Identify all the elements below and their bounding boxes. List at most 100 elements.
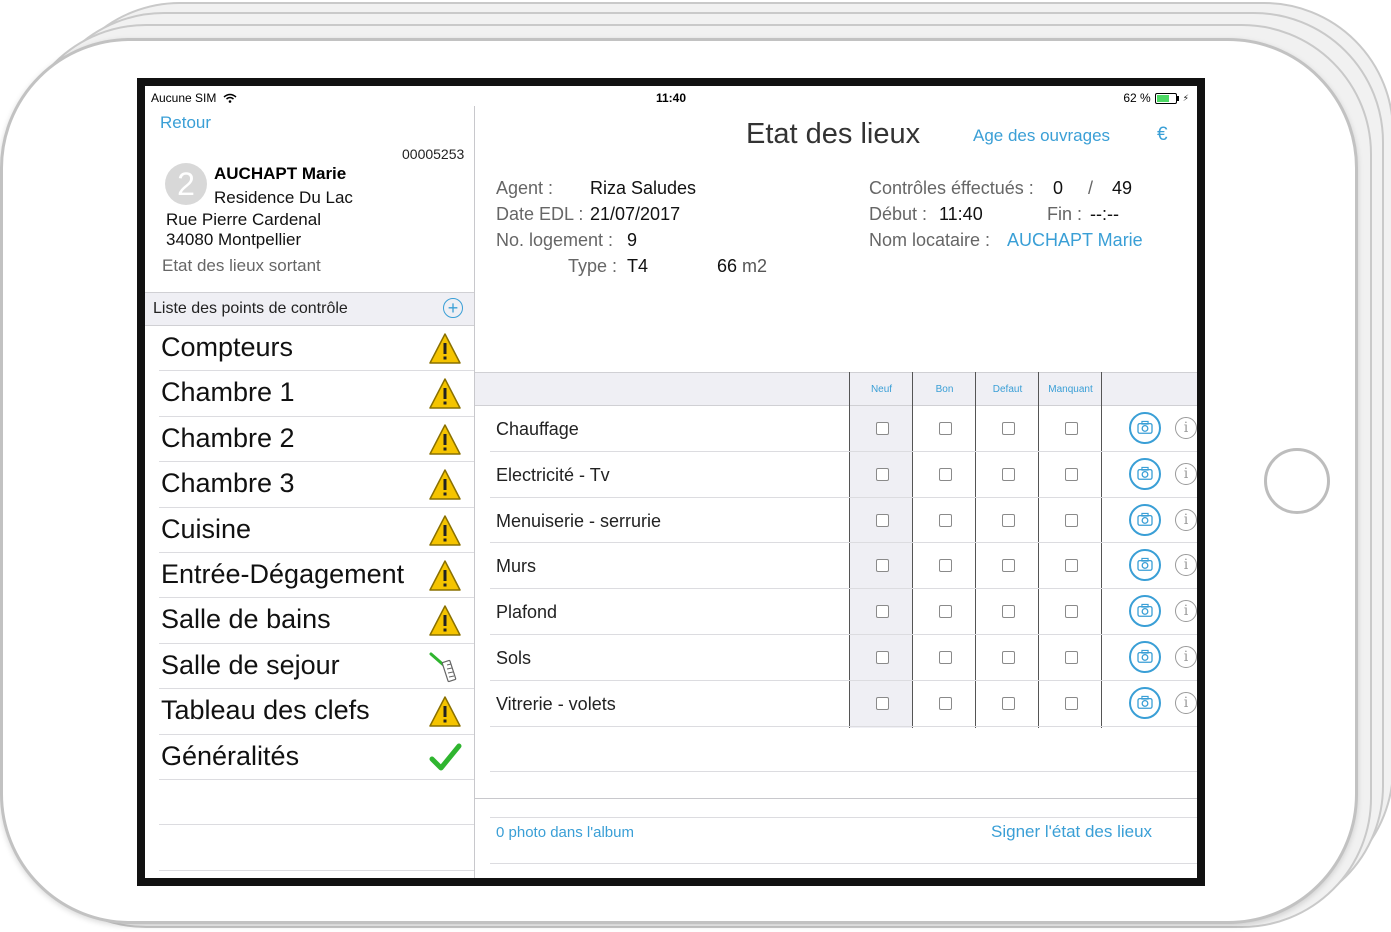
manquant-checkbox[interactable] xyxy=(1065,650,1078,664)
info-icon[interactable]: i xyxy=(1175,645,1197,668)
room-name: Compteurs xyxy=(161,332,294,362)
item-label: Chauffage xyxy=(496,419,579,439)
controls-label: Contrôles éffectués : xyxy=(869,178,1034,198)
manquant-checkbox[interactable] xyxy=(1065,605,1078,619)
defaut-checkbox[interactable] xyxy=(1002,513,1015,527)
bon-checkbox[interactable] xyxy=(939,696,952,710)
manquant-checkbox[interactable] xyxy=(1065,696,1078,710)
camera-icon[interactable] xyxy=(1129,549,1161,582)
col-defaut: Defaut xyxy=(992,384,1023,395)
room-item[interactable]: Généralités xyxy=(159,735,474,780)
room-item[interactable]: Chambre 1 xyxy=(159,371,474,417)
info-icon[interactable]: i xyxy=(1175,508,1197,531)
room-item[interactable]: Chambre 3 xyxy=(159,462,474,508)
defaut-checkbox[interactable] xyxy=(1002,605,1015,619)
room-name: Chambre 1 xyxy=(161,377,295,408)
bon-checkbox[interactable] xyxy=(939,422,952,435)
table-row: Murs i xyxy=(490,543,1197,590)
defaut-checkbox[interactable] xyxy=(1002,559,1015,573)
record-number: 00005253 xyxy=(402,146,465,162)
bon-checkbox[interactable] xyxy=(939,650,952,664)
defaut-checkbox[interactable] xyxy=(1002,467,1015,481)
battery-percent: 62 % xyxy=(1123,91,1151,105)
date-value: 21/07/2017 xyxy=(590,204,681,224)
camera-icon[interactable] xyxy=(1129,640,1161,673)
type-label: Type : xyxy=(568,256,618,276)
col-neuf: Neuf xyxy=(870,384,893,395)
defaut-checkbox[interactable] xyxy=(1002,696,1015,710)
room-item[interactable]: Cuisine xyxy=(159,508,474,553)
status-bar: Aucune SIM 11:40 62 % ⚡ xyxy=(145,86,1197,106)
sign-edl-button[interactable]: Signer l'état des lieux xyxy=(991,822,1152,842)
neuf-checkbox[interactable] xyxy=(876,467,889,481)
warning-icon xyxy=(429,378,461,410)
manquant-checkbox[interactable] xyxy=(1065,559,1078,573)
bon-checkbox[interactable] xyxy=(939,513,952,527)
room-item[interactable]: Salle de sejour xyxy=(159,644,474,690)
room-item[interactable]: Tableau des clefs xyxy=(159,689,474,735)
clock: 11:40 xyxy=(655,91,687,105)
info-icon[interactable]: i xyxy=(1175,554,1197,577)
warning-icon xyxy=(429,333,461,364)
info-icon[interactable]: i xyxy=(1175,600,1197,623)
age-des-ouvrages-link[interactable]: Age des ouvrages xyxy=(973,126,1110,146)
room-item[interactable]: Salle de bains xyxy=(159,598,474,644)
neuf-checkbox[interactable] xyxy=(876,650,889,664)
street-address: Rue Pierre Cardenal xyxy=(166,210,321,229)
room-name: Chambre 2 xyxy=(161,422,295,453)
empty-row xyxy=(490,727,1197,773)
room-item[interactable]: Compteurs xyxy=(159,326,474,372)
debut-value: 11:40 xyxy=(939,204,983,224)
screen-bezel: Aucune SIM 11:40 62 % ⚡ Retour 00005253 … xyxy=(137,78,1205,886)
manquant-checkbox[interactable] xyxy=(1065,467,1078,481)
date-label: Date EDL : xyxy=(496,204,584,224)
pencil-ruler-icon xyxy=(429,652,457,682)
euro-link[interactable]: € xyxy=(1157,124,1168,146)
table-row: Vitrerie - volets i xyxy=(490,681,1197,727)
home-button[interactable] xyxy=(1264,448,1330,514)
photo-album-link[interactable]: 0 photo dans l'album xyxy=(496,824,634,841)
bon-checkbox[interactable] xyxy=(939,467,952,481)
empty-row xyxy=(159,780,474,826)
locataire-label: Nom locataire : xyxy=(869,230,991,250)
footer-divider xyxy=(475,798,1197,799)
screen: Aucune SIM 11:40 62 % ⚡ Retour 00005253 … xyxy=(145,86,1197,878)
defaut-checkbox[interactable] xyxy=(1002,650,1015,664)
camera-icon[interactable] xyxy=(1129,412,1161,444)
manquant-checkbox[interactable] xyxy=(1065,513,1078,527)
neuf-checkbox[interactable] xyxy=(876,513,889,527)
neuf-checkbox[interactable] xyxy=(876,696,889,710)
bon-checkbox[interactable] xyxy=(939,559,952,573)
add-icon[interactable]: + xyxy=(443,298,463,318)
room-item[interactable]: Entrée-Dégagement xyxy=(159,553,474,599)
info-icon[interactable]: i xyxy=(1175,691,1197,714)
camera-icon[interactable] xyxy=(1129,457,1161,490)
neuf-checkbox[interactable] xyxy=(876,605,889,619)
city-address: 34080 Montpellier xyxy=(166,230,302,249)
agent-value: Riza Saludes xyxy=(590,178,697,198)
manquant-checkbox[interactable] xyxy=(1065,422,1078,435)
logement-value: 9 xyxy=(627,230,638,250)
logement-label: No. logement : xyxy=(496,230,614,250)
bon-checkbox[interactable] xyxy=(939,605,952,619)
room-item[interactable]: Chambre 2 xyxy=(159,417,474,463)
empty-row xyxy=(490,772,1197,819)
camera-icon[interactable] xyxy=(1129,595,1161,628)
locataire-link[interactable]: AUCHAPT Marie xyxy=(1007,230,1143,251)
room-name: Généralités xyxy=(161,740,300,771)
back-button[interactable]: Retour xyxy=(160,113,211,133)
sidebar: Retour 00005253 2 AUCHAPT Marie Residenc… xyxy=(145,106,475,878)
surface-unit: m2 xyxy=(742,256,768,276)
control-table: Chauffage i Electricité - Tv i Menuiseri… xyxy=(490,406,1197,864)
neuf-checkbox[interactable] xyxy=(876,422,889,435)
camera-icon[interactable] xyxy=(1129,503,1161,536)
neuf-checkbox[interactable] xyxy=(876,559,889,573)
room-list: Compteurs Chambre 1 Chambre 2 Chambre 3 … xyxy=(159,326,474,871)
info-icon[interactable]: i xyxy=(1175,417,1197,439)
camera-icon[interactable] xyxy=(1129,686,1161,719)
table-row: Chauffage i xyxy=(490,406,1197,452)
charging-icon: ⚡ xyxy=(1182,92,1189,103)
info-icon[interactable]: i xyxy=(1175,462,1197,485)
defaut-checkbox[interactable] xyxy=(1002,422,1015,435)
warning-icon xyxy=(429,424,461,455)
